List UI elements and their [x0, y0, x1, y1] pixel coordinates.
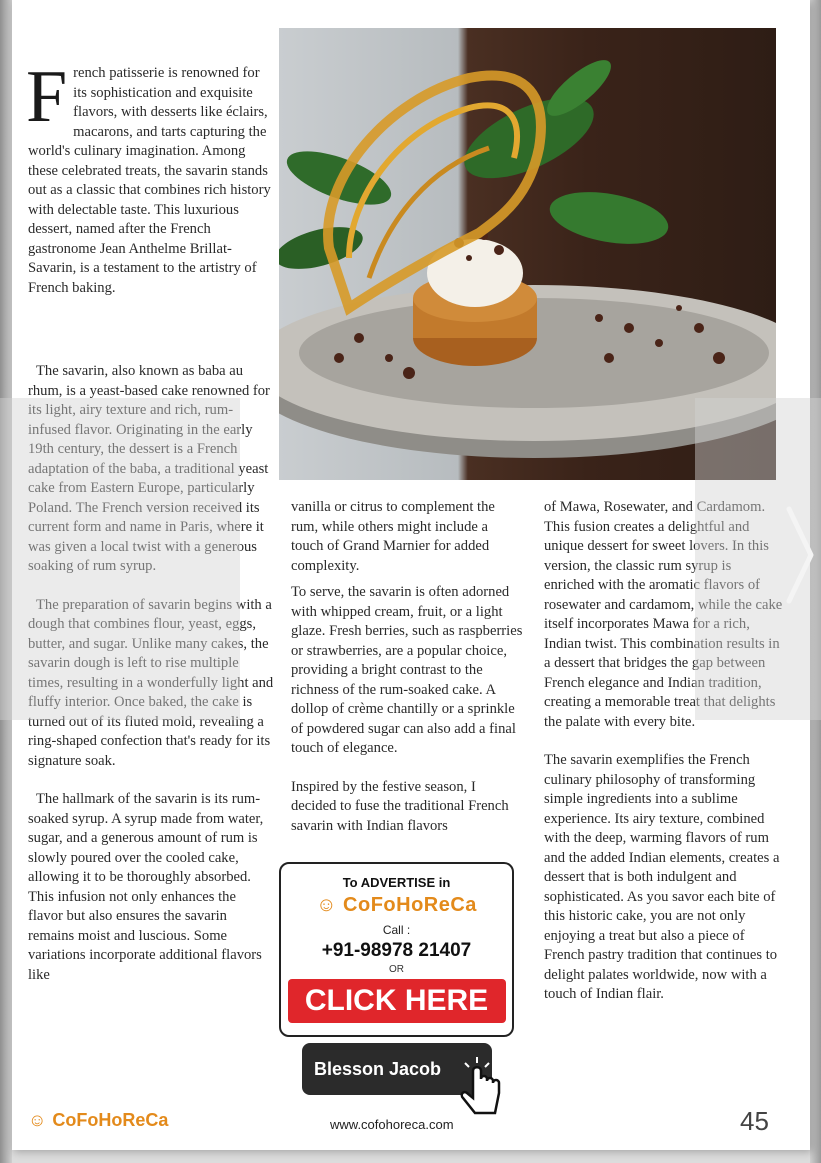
previous-page-zone[interactable] — [0, 398, 240, 720]
intro-paragraph: French patisserie is renowned for its so… — [26, 56, 271, 296]
or-label: OR — [389, 964, 404, 975]
advertise-brand: ☺ CoFoHoReCa — [316, 894, 477, 916]
brand-smiley-icon: ☺ — [28, 1110, 47, 1130]
drop-cap: F — [26, 56, 68, 138]
footer-url[interactable]: www.cofohoreca.com — [330, 1117, 454, 1132]
advertise-box[interactable]: To ADVERTISE in ☺ CoFoHoReCa Call : +91-… — [279, 862, 514, 1037]
advertise-title: To ADVERTISE in — [342, 875, 451, 890]
fusion-intro-paragraph: Inspired by the festive season, I decide… — [291, 778, 509, 834]
article-column-1: French patisserie is renowned for its so… — [26, 56, 274, 317]
article-column-2: vanilla or citrus to complement the rum,… — [291, 498, 523, 855]
conclusion-paragraph: The savarin exemplifies the French culin… — [544, 752, 780, 1002]
syrup-paragraph: The hallmark of the savarin is its rum-s… — [28, 791, 264, 983]
phone-number[interactable]: +91-98978 21407 — [281, 940, 512, 962]
footer-brand-logo: ☺ CoFoHoReCa — [28, 1110, 169, 1130]
call-label: Call : — [382, 923, 411, 937]
next-page-chevron-icon[interactable] — [785, 505, 815, 605]
page-number: 45 — [740, 1106, 769, 1136]
brand-smiley-icon: ☺ — [316, 894, 337, 916]
flavor-paragraph: vanilla or citrus to complement the rum,… — [291, 499, 495, 574]
tap-hand-icon — [460, 1057, 501, 1115]
serving-paragraph: To serve, the savarin is often adorned w… — [291, 584, 523, 756]
click-here-button[interactable]: CLICK HERE — [287, 979, 506, 1023]
